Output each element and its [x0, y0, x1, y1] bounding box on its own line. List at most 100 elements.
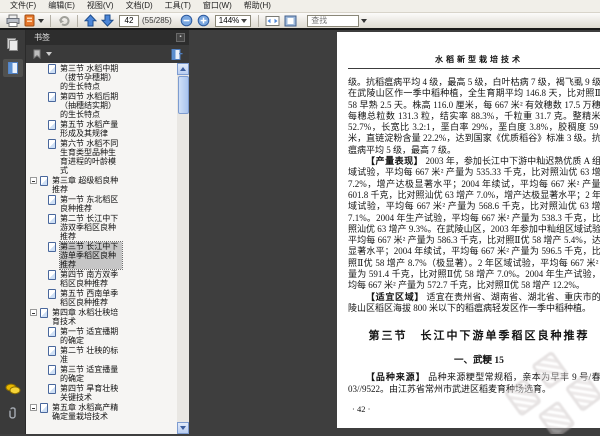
bookmark-label: 第三节 长江中下游单季稻区良种推荐	[59, 241, 123, 270]
menu-help[interactable]: 帮助(H)	[238, 0, 277, 12]
collapse-toggle-icon[interactable]	[30, 404, 37, 411]
bookmark-page-icon	[48, 120, 56, 130]
bookmark-label: 第四章 水稻壮秧培育技术	[52, 308, 119, 326]
expand-current-bookmark-button[interactable]	[170, 48, 183, 61]
toolbar-separator	[77, 14, 78, 27]
toolbar-separator	[258, 14, 260, 27]
bookmark-item[interactable]: 第三章 超级稻良种推荐	[30, 176, 177, 194]
menu-view[interactable]: 视图(V)	[81, 0, 120, 12]
bookmark-label: 第二节 长江中下游双季稻区良种推荐	[60, 214, 119, 241]
paragraph-text: 2003 年，参加长江中下游中籼迟熟优质 A 组区域试验，平均每 667 米² …	[348, 156, 600, 291]
bookmark-item[interactable]: 第五节 西南单季稻区良种推荐	[30, 289, 177, 307]
bookmark-page-icon	[40, 308, 48, 318]
fit-width-button[interactable]	[263, 13, 282, 28]
previous-view-button[interactable]	[55, 13, 73, 28]
bookmark-item[interactable]: 第四节 旱育壮秧关键技术	[30, 384, 177, 402]
menu-document[interactable]: 文档(D)	[120, 0, 159, 12]
comments-panel-tab[interactable]	[3, 380, 23, 398]
zoom-level-value: 144%	[218, 16, 240, 25]
bookmarks-icon	[8, 62, 18, 74]
bookmarks-panel: 书签 ▪ 第三节 水稻中期（拔节孕穗期）的生长特点 第四节 水稻后期（抽穗结实期…	[26, 30, 189, 434]
page-up-icon	[84, 14, 97, 27]
section-heading: 第三节 长江中下游单季稻区良种推荐	[368, 330, 590, 343]
scroll-down-button[interactable]	[177, 422, 189, 434]
bookmark-label: 第五节 水稻产量形成及其规律	[60, 120, 119, 138]
bookmark-item[interactable]: 第一节 适宜播期的确定	[30, 327, 177, 345]
bookmark-item[interactable]: 第二节 长江中下游双季稻区良种推荐	[30, 214, 177, 241]
scroll-up-button[interactable]	[177, 63, 189, 75]
attachments-panel-tab[interactable]	[3, 404, 23, 422]
menu-edit[interactable]: 编辑(E)	[42, 0, 81, 12]
printer-icon	[6, 14, 20, 27]
bookmark-label: 第一节 东北稻区良种推荐	[60, 195, 119, 213]
bookmark-item[interactable]: 第五节 水稻产量形成及其规律	[30, 120, 177, 138]
bookmark-label: 第四节 南方双季稻区良种推荐	[60, 270, 119, 288]
bookmark-label: 第四节 旱育壮秧关键技术	[60, 384, 119, 402]
next-page-button[interactable]	[99, 13, 116, 28]
bookmark-item-selected[interactable]: 第三节 长江中下游单季稻区良种推荐	[30, 241, 177, 270]
document-page: 水稻新型栽培技术 级。抗稻瘟病平均 4 级，最高 5 级，白叶枯病 7 级，褐飞…	[337, 32, 600, 434]
bookmark-item[interactable]: 第四节 水稻后期（抽穗结实期）的生长特点	[30, 92, 177, 119]
collapse-toggle-icon[interactable]	[30, 309, 37, 316]
pages-icon	[7, 38, 18, 51]
bookmark-item[interactable]: 第二节 壮秧的标准	[30, 346, 177, 364]
main-area: 书签 ▪ 第三节 水稻中期（拔节孕穗期）的生长特点 第四节 水稻后期（抽穗结实期…	[0, 30, 600, 434]
bookmark-item[interactable]: 第四章 水稻壮秧培育技术	[30, 308, 177, 326]
zoom-in-icon	[197, 14, 210, 27]
collapse-toggle-icon[interactable]	[30, 177, 37, 184]
menu-window[interactable]: 窗口(W)	[197, 0, 238, 12]
bookmark-item[interactable]: 第三节 适宜播量的确定	[30, 365, 177, 383]
pages-panel-tab[interactable]	[3, 35, 23, 53]
bookmark-page-icon	[48, 214, 56, 224]
bookmark-page-icon	[48, 289, 56, 299]
find-input[interactable]	[307, 14, 360, 27]
bookmark-options-button[interactable]	[32, 48, 52, 60]
zoom-out-button[interactable]	[178, 13, 195, 28]
bookmark-page-icon	[48, 270, 56, 280]
bookmarks-scrollbar[interactable]	[177, 63, 189, 434]
menu-file[interactable]: 文件(F)	[4, 0, 42, 12]
zoom-level-select[interactable]: 144%	[214, 14, 252, 27]
menu-tools[interactable]: 工具(T)	[159, 0, 197, 12]
bookmarks-panel-header: 书签 ▪	[26, 30, 189, 45]
bookmark-page-icon	[48, 365, 56, 375]
bookmark-item[interactable]: 第五章 水稻高产精确定量栽培技术	[30, 403, 177, 421]
bookmarks-tree-container: 第三节 水稻中期（拔节孕穗期）的生长特点 第四节 水稻后期（抽穗结实期）的生长特…	[26, 63, 189, 434]
bookmark-label: 第五章 水稻高产精确定量栽培技术	[52, 403, 119, 421]
zoom-in-button[interactable]	[195, 13, 212, 28]
print-button[interactable]	[4, 13, 22, 28]
bookmark-item[interactable]: 第四节 南方双季稻区良种推荐	[30, 270, 177, 288]
chevron-down-icon	[241, 18, 248, 23]
create-pdf-button[interactable]	[22, 13, 46, 28]
find-box	[307, 14, 368, 27]
bookmark-page-icon	[48, 92, 56, 102]
page-number-input[interactable]	[119, 14, 139, 27]
new-bookmark-icon	[171, 48, 183, 60]
bookmark-label: 第六节 水稻不同生育类型品种生育进程的叶龄模式	[60, 139, 119, 175]
document-view[interactable]: 水稻新型栽培技术 级。抗稻瘟病平均 4 级，最高 5 级，白叶枯病 7 级，褐飞…	[189, 30, 600, 434]
bookmark-label: 第三节 水稻中期（拔节孕穗期）的生长特点	[60, 64, 119, 91]
bookmark-page-icon	[48, 242, 56, 252]
previous-view-icon	[58, 16, 70, 26]
bookmarks-panel-tab[interactable]	[2, 59, 23, 77]
panel-menu-button[interactable]: ▪	[176, 33, 185, 42]
sub-heading: 一、武粳 15	[454, 356, 504, 367]
bookmark-page-icon	[40, 403, 48, 413]
bookmark-label: 第五节 西南单季稻区良种推荐	[60, 289, 119, 307]
fullscreen-button[interactable]	[282, 13, 299, 28]
page-number-footer: · 42 ·	[352, 403, 371, 414]
bookmark-page-icon	[40, 176, 48, 186]
menu-bar: 文件(F) 编辑(E) 视图(V) 文档(D) 工具(T) 窗口(W) 帮助(H…	[0, 0, 600, 13]
toolbar-separator	[50, 14, 51, 27]
bookmark-item[interactable]: 第六节 水稻不同生育类型品种生育进程的叶龄模式	[30, 139, 177, 175]
paragraph: 【产量表现】 2003 年，参加长江中下游中籼迟熟优质 A 组区域试验，平均每 …	[348, 156, 600, 292]
paragraph: 【品种来源】 品种来源粳型常规稻，亲本为早丰 9 号/春江 03//9522。由…	[348, 372, 600, 395]
bookmark-item[interactable]: 第一节 东北稻区良种推荐	[30, 195, 177, 213]
running-head: 水稻新型栽培技术	[348, 54, 600, 69]
comments-icon	[5, 383, 20, 395]
page-content: 水稻新型栽培技术 级。抗稻瘟病平均 4 级，最高 5 级，白叶枯病 7 级，褐飞…	[348, 54, 600, 414]
bookmark-item[interactable]: 第三节 水稻中期（拔节孕穗期）的生长特点	[30, 64, 177, 91]
scrollbar-thumb[interactable]	[177, 76, 189, 114]
previous-page-button[interactable]	[82, 13, 99, 28]
bookmark-label: 第四节 水稻后期（抽穗结实期）的生长特点	[60, 92, 119, 119]
